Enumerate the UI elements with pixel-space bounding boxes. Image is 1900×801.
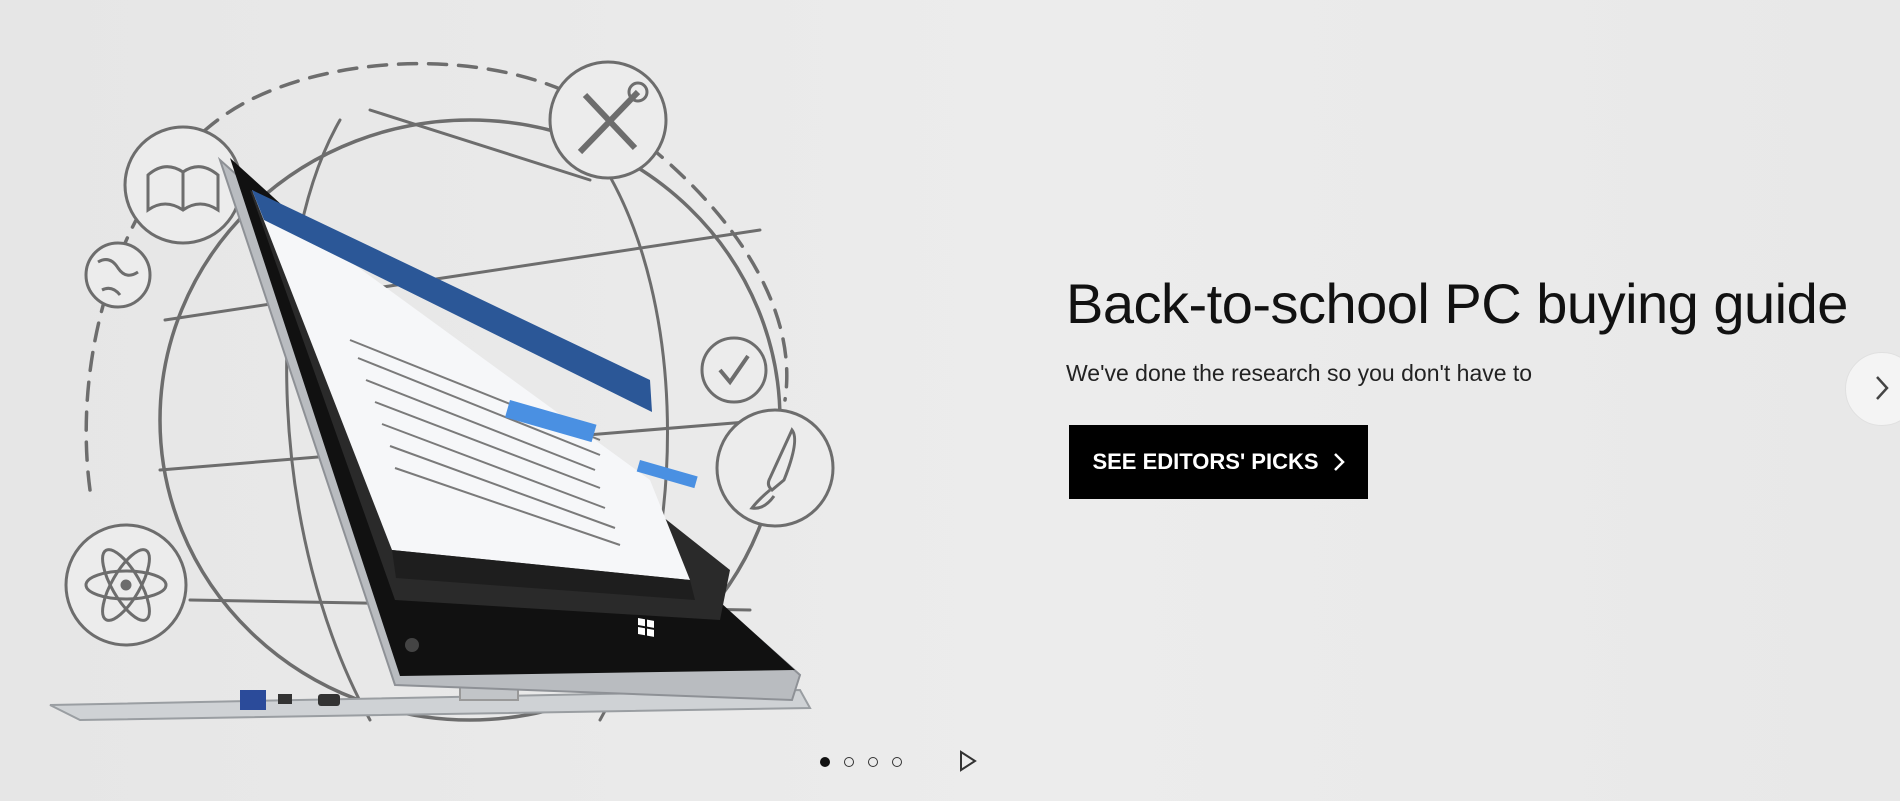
slide-indicator-3[interactable]: [868, 757, 878, 767]
see-editors-picks-button[interactable]: SEE EDITORS' PICKS: [1069, 425, 1368, 499]
chevron-right-icon: [1333, 452, 1345, 472]
laptop-icon: [49, 156, 812, 722]
paintbrush-icon: [715, 408, 835, 528]
slide-indicator-1[interactable]: [820, 757, 830, 767]
tools-icon: [548, 60, 668, 180]
hero-title: Back-to-school PC buying guide: [1066, 272, 1848, 335]
slide-indicator-4[interactable]: [892, 757, 902, 767]
hero-subtitle: We've done the research so you don't hav…: [1066, 360, 1533, 386]
carousel-controls: [820, 748, 980, 776]
book-icon: [123, 125, 243, 245]
play-button[interactable]: [956, 749, 980, 775]
atom-icon: [64, 523, 188, 647]
hero-text-block: Back-to-school PC buying guide We've don…: [1066, 268, 1848, 499]
hero-illustration: [49, 60, 835, 722]
globe-icon: [84, 241, 152, 309]
slide-indicator-2[interactable]: [844, 757, 854, 767]
chevron-right-icon: [1874, 374, 1890, 405]
play-icon: [959, 749, 977, 775]
cta-label: SEE EDITORS' PICKS: [1092, 449, 1319, 474]
next-slide-button[interactable]: [1845, 352, 1900, 426]
checkmark-icon: [700, 336, 768, 404]
hero-banner: Back-to-school PC buying guide We've don…: [0, 0, 1900, 801]
